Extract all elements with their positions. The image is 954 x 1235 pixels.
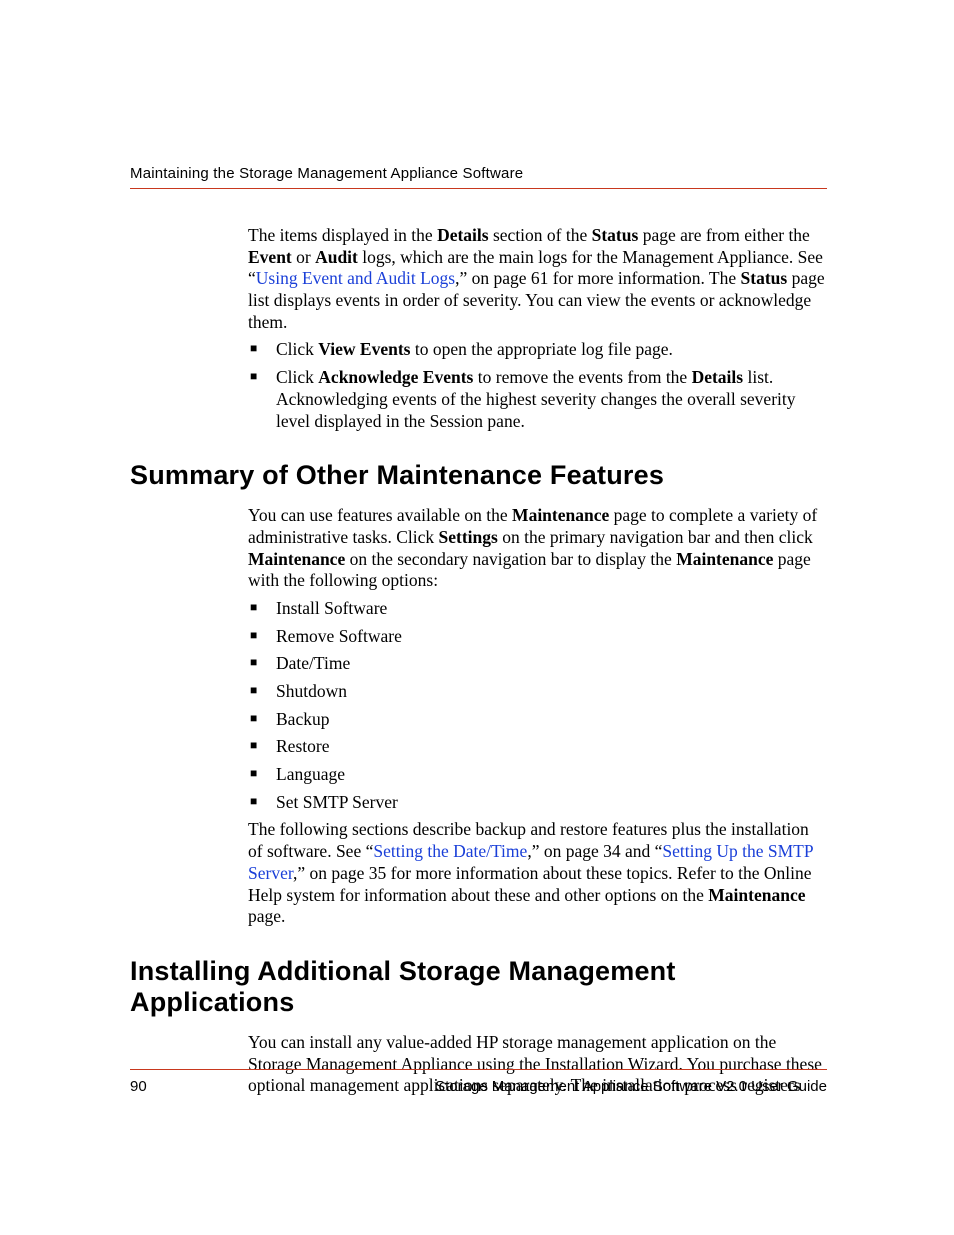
text: ,” on page 61 for more information. The [455, 268, 740, 288]
bold-maintenance: Maintenance [512, 505, 609, 525]
chapter-title: Maintaining the Storage Management Appli… [130, 165, 523, 182]
page-number: 90 [130, 1078, 147, 1095]
page-footer: 90 Storage Management Appliance Software… [130, 1069, 827, 1095]
maintenance-options-list: Install Software Remove Software Date/Ti… [248, 598, 827, 814]
option-label: Install Software [276, 598, 387, 618]
option-label: Backup [276, 709, 329, 729]
intro-paragraph: The items displayed in the Details secti… [248, 225, 827, 333]
option-label: Set SMTP Server [276, 792, 398, 812]
text: page are from either the [638, 225, 810, 245]
bold-details: Details [437, 225, 489, 245]
text: You can use features available on the [248, 505, 512, 525]
bold-acknowledge-events: Acknowledge Events [318, 367, 473, 387]
page-content: Maintaining the Storage Management Appli… [0, 0, 954, 1097]
list-item: Date/Time [248, 653, 827, 675]
bold-audit: Audit [315, 247, 358, 267]
option-label: Remove Software [276, 626, 402, 646]
list-item: Click Acknowledge Events to remove the e… [248, 367, 827, 432]
list-item: Backup [248, 709, 827, 731]
list-item: Language [248, 764, 827, 786]
doc-title: Storage Management Appliance Software V2… [435, 1078, 827, 1095]
list-item: Remove Software [248, 626, 827, 648]
link-setting-date-time[interactable]: Setting the Date/Time [373, 841, 527, 861]
text: page. [248, 906, 285, 926]
bold-view-events: View Events [318, 339, 410, 359]
page-header: Maintaining the Storage Management Appli… [130, 165, 827, 189]
link-using-event-audit-logs[interactable]: Using Event and Audit Logs [256, 268, 455, 288]
bold-details: Details [692, 367, 744, 387]
list-item: Click View Events to open the appropriat… [248, 339, 827, 361]
text: Click [276, 367, 318, 387]
bold-maintenance: Maintenance [676, 549, 773, 569]
text: to open the appropriate log file page. [411, 339, 673, 359]
option-label: Restore [276, 736, 329, 756]
intro-paragraph-block: The items displayed in the Details secti… [248, 225, 827, 432]
list-item: Set SMTP Server [248, 792, 827, 814]
list-item: Shutdown [248, 681, 827, 703]
bold-status: Status [741, 268, 788, 288]
bold-event: Event [248, 247, 292, 267]
intro-list: Click View Events to open the appropriat… [248, 339, 827, 432]
option-label: Language [276, 764, 345, 784]
list-item: Install Software [248, 598, 827, 620]
heading-installing-applications: Installing Additional Storage Management… [130, 956, 827, 1018]
heading-summary-maintenance: Summary of Other Maintenance Features [130, 460, 827, 491]
option-label: Shutdown [276, 681, 347, 701]
text: to remove the events from the [473, 367, 691, 387]
text: on the secondary navigation bar to displ… [345, 549, 676, 569]
text: section of the [489, 225, 592, 245]
section1-closing-paragraph: The following sections describe backup a… [248, 819, 827, 927]
text: Click [276, 339, 318, 359]
text: or [292, 247, 315, 267]
text: The items displayed in the [248, 225, 437, 245]
bold-status: Status [592, 225, 639, 245]
list-item: Restore [248, 736, 827, 758]
text: ,” on page 34 and “ [527, 841, 662, 861]
bold-maintenance: Maintenance [708, 885, 805, 905]
option-label: Date/Time [276, 653, 350, 673]
section1-body: You can use features available on the Ma… [248, 505, 827, 928]
text: on the primary navigation bar and then c… [498, 527, 813, 547]
bold-maintenance: Maintenance [248, 549, 345, 569]
section1-intro-paragraph: You can use features available on the Ma… [248, 505, 827, 592]
bold-settings: Settings [439, 527, 498, 547]
